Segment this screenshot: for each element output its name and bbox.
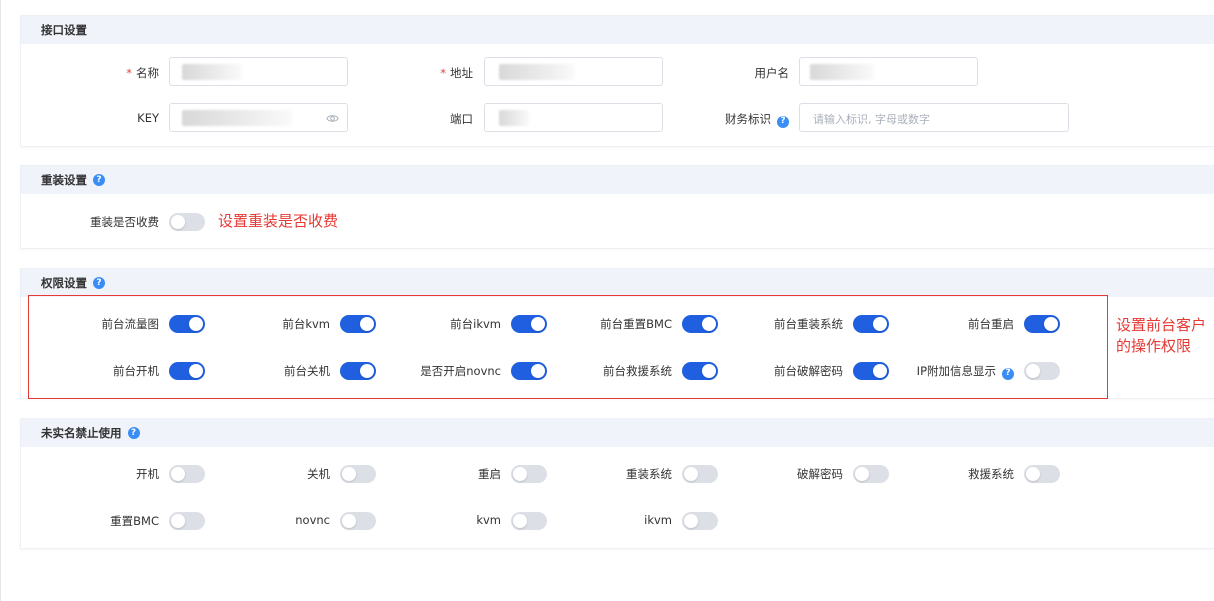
finance-placeholder: 请输入标识, 字母或数字 — [813, 113, 930, 126]
permission-annotation: 设置前台客户的操作权限 — [1116, 316, 1207, 355]
switch-label: ikvm — [644, 513, 672, 527]
reinstall-annotation: 设置重装是否收费 — [218, 212, 339, 230]
switch-label: kvm — [476, 513, 501, 527]
switch-label: 重置BMC — [110, 514, 159, 528]
port-input[interactable] — [484, 103, 663, 132]
redacted-value — [182, 110, 292, 126]
switch-label: 关机 — [307, 467, 330, 481]
toggle-switch[interactable] — [1024, 465, 1060, 483]
switch-label: novnc — [295, 513, 330, 527]
page: 接口设置 * 名称 * 地址 用户名 KEY 端口 财务标识? 请输入标识, 字母或… — [0, 0, 1214, 601]
help-icon[interactable]: ? — [127, 427, 140, 439]
reinstall-settings-card: 重装设置? 重装是否收费 设置重装是否收费 — [20, 165, 1214, 249]
toggle-switch[interactable] — [682, 512, 718, 530]
switch-label: 救援系统 — [968, 467, 1014, 481]
username-input[interactable] — [799, 57, 978, 86]
port-label: 端口 — [450, 112, 473, 126]
reinstall-charge-label: 重装是否收费 — [90, 215, 159, 229]
finance-input[interactable]: 请输入标识, 字母或数字 — [799, 103, 1069, 132]
reinstall-charge-switch[interactable] — [169, 213, 205, 231]
redacted-value — [810, 64, 874, 80]
key-input[interactable] — [169, 103, 348, 132]
name-label: * 名称 — [126, 66, 159, 80]
permission-settings-title: 权限设置? — [21, 269, 1214, 297]
redacted-value — [182, 64, 242, 80]
unverified-card: 未实名禁止使用? 开机 关机 重启 重装系统 破解密码 救援系统重置BMC novnc kvm… — [20, 418, 1214, 549]
redacted-value — [499, 64, 575, 80]
help-icon[interactable]: ? — [777, 115, 789, 128]
unverified-title: 未实名禁止使用? — [21, 419, 1214, 447]
help-icon[interactable]: ? — [93, 174, 105, 186]
interface-settings-card: 接口设置 * 名称 * 地址 用户名 KEY 端口 财务标识? 请输入标识, 字母或… — [20, 15, 1214, 147]
address-input[interactable] — [484, 57, 663, 86]
switch-label: 重启 — [478, 467, 501, 481]
name-input[interactable] — [169, 57, 348, 86]
username-label: 用户名 — [754, 66, 790, 80]
address-label: * 地址 — [440, 66, 473, 80]
switch-label: 破解密码 — [797, 467, 843, 481]
interface-settings-title: 接口设置 — [21, 16, 1214, 44]
help-icon[interactable]: ? — [93, 277, 105, 289]
key-label: KEY — [137, 111, 159, 125]
switch-label: 重装系统 — [626, 467, 672, 481]
reinstall-settings-title: 重装设置? — [21, 166, 1214, 194]
permission-highlight-box — [28, 295, 1108, 399]
switch-label: 开机 — [136, 467, 159, 481]
redacted-value — [499, 110, 529, 126]
finance-label: 财务标识? — [711, 111, 789, 128]
eye-icon[interactable] — [326, 112, 339, 125]
